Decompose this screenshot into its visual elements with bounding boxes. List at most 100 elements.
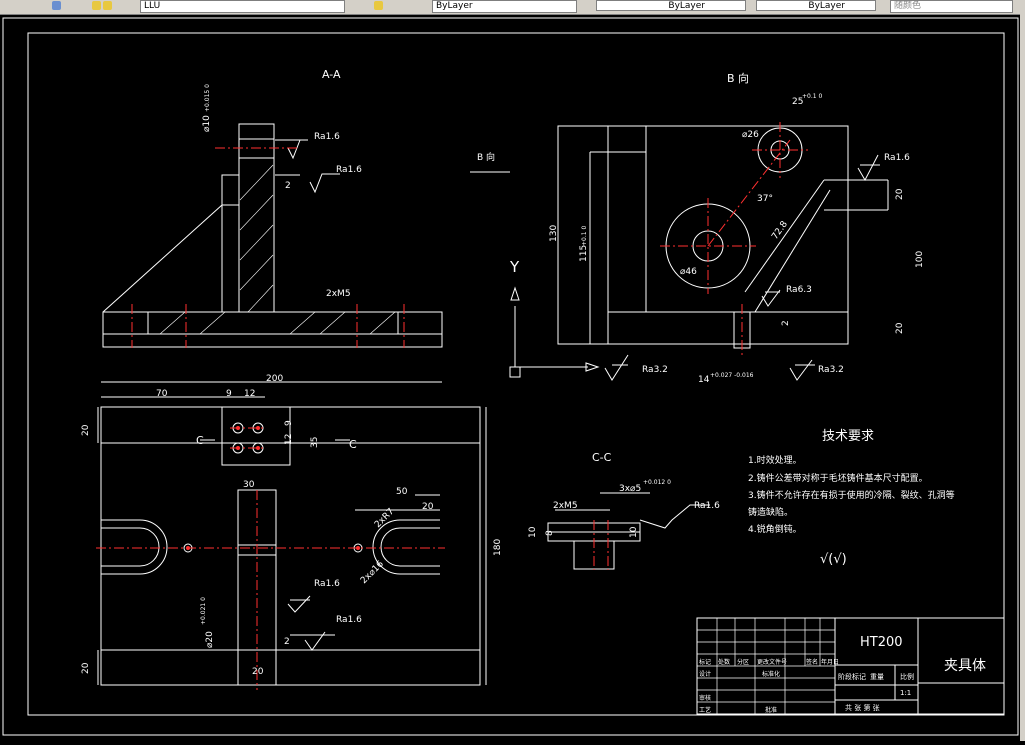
tb-row-label-1: 处数 xyxy=(718,658,730,666)
bot-gap: 2 xyxy=(284,637,290,647)
tb-row-label-3: 更改文件号 xyxy=(757,658,787,666)
tb-standardize: 标准化 xyxy=(762,670,780,678)
linetype-dropdown[interactable]: ByLayer xyxy=(596,0,746,11)
linetype-value: ByLayer xyxy=(668,1,705,11)
color-dropdown[interactable]: ByLayer xyxy=(432,0,577,13)
tb-row-label-4: 签名 xyxy=(806,658,818,666)
tb-designer: 设计 xyxy=(699,670,711,678)
bulb-icon[interactable] xyxy=(92,1,101,10)
sheets-label: 共 张 第 张 xyxy=(845,703,880,712)
stage-label: 阶段标记 xyxy=(838,672,866,681)
section-aa xyxy=(102,123,510,348)
view-b-arrow-label: B 向 xyxy=(477,151,495,163)
plan-view xyxy=(97,381,487,686)
plotstyle-dropdown[interactable]: 随颜色 xyxy=(890,0,1013,13)
b-ra-bottom-left: Ra3.2 xyxy=(642,365,668,375)
cc-left-8: 8 xyxy=(545,530,555,536)
right-180: 180 xyxy=(493,539,503,556)
b-ra-top: Ra1.6 xyxy=(884,153,910,163)
section-cc-title: C-C xyxy=(592,451,612,464)
lineweight-value: ByLayer xyxy=(808,1,845,11)
b-right-100: 100 xyxy=(915,251,925,268)
ratio-label: 比例 xyxy=(900,672,914,681)
tb-check: 审核 xyxy=(699,694,711,702)
aa-gap: 2 xyxy=(285,181,291,191)
plotstyle-value: 随颜色 xyxy=(894,1,922,11)
b-ra-bottom-right: Ra3.2 xyxy=(818,365,844,375)
drawing: A-A B 向 C-C B 向 C C ⌀10 +0.015 0 Ra1.6 R… xyxy=(2,17,1019,736)
aa-ra-top: Ra1.6 xyxy=(314,132,340,142)
aa-bore-tol: +0.015 0 xyxy=(204,84,211,112)
tech-item-3: 3.铸件不允许存在有损于使用的冷隔、裂纹、孔洞等 xyxy=(748,489,955,501)
top-12: 12 xyxy=(244,389,255,399)
top-70: 70 xyxy=(156,389,168,399)
color-value: ByLayer xyxy=(436,1,473,11)
drawing-canvas[interactable]: A-A B 向 C-C B 向 C C ⌀10 +0.015 0 Ra1.6 R… xyxy=(0,14,1025,741)
b-angle: 37° xyxy=(757,194,773,204)
layer-icon[interactable] xyxy=(52,1,61,10)
aa-ra-mid: Ra1.6 xyxy=(336,165,362,175)
inner-frame xyxy=(27,32,1005,716)
tech-item-4: 铸造缺陷。 xyxy=(748,506,793,518)
section-aa-title: A-A xyxy=(322,68,341,81)
material: HT200 xyxy=(860,635,903,650)
cc-ra: Ra1.6 xyxy=(694,501,720,511)
b-diag: 72.8 xyxy=(770,219,790,241)
side-20-top: 20 xyxy=(81,424,91,436)
b-small-2: 2 xyxy=(781,320,791,326)
top-200: 200 xyxy=(266,374,283,384)
layer-value: LLU xyxy=(144,1,161,11)
cc-bore: 3x⌀5 xyxy=(619,484,641,494)
bot-bore: ⌀20 xyxy=(205,631,215,648)
roughness-symbol: √(√) xyxy=(820,552,847,567)
right-20: 20 xyxy=(422,502,434,512)
tech-item-2: 2.铸件公差带对称于毛坯铸件基本尺寸配置。 xyxy=(748,472,928,484)
side-20-bottom: 20 xyxy=(81,662,91,674)
bot-bore-tol: +0.021 0 xyxy=(200,597,207,625)
bot-ra-2: Ra1.6 xyxy=(336,615,362,625)
tb-approve: 批准 xyxy=(765,706,777,714)
axis-y-label: Y xyxy=(509,258,520,276)
lineweight-dropdown[interactable]: ByLayer xyxy=(756,0,876,11)
tb-process: 工艺 xyxy=(699,706,711,714)
bot-ra-1: Ra1.6 xyxy=(314,579,340,589)
side-35: 35 xyxy=(310,437,320,448)
aa-bore: ⌀10 xyxy=(202,115,212,132)
sun-icon[interactable] xyxy=(103,1,112,10)
tb-row-label-5: 年月日 xyxy=(821,658,839,666)
view-b xyxy=(509,125,889,381)
bot-20: 20 xyxy=(252,667,264,677)
b-right-20-top: 20 xyxy=(895,188,905,200)
layer-tool-icon[interactable] xyxy=(374,1,383,10)
tb-row-label-0: 标记 xyxy=(699,658,711,666)
b-slot: 14 xyxy=(698,375,710,385)
b-height-130: 130 xyxy=(549,225,559,242)
b-right-20-bottom: 20 xyxy=(895,322,905,334)
side-12: 12 xyxy=(284,434,294,445)
weight-label: 重量 xyxy=(870,673,884,681)
b-slot-tol: +0.027 -0.016 xyxy=(710,372,754,379)
mid-30: 30 xyxy=(243,480,255,490)
cc-hole: 2xM5 xyxy=(553,501,578,511)
tb-row-label-2: 分区 xyxy=(737,658,749,666)
b-phi46: ⌀46 xyxy=(680,267,697,277)
cc-right-10: 10 xyxy=(629,526,639,538)
layer-dropdown[interactable]: LLU xyxy=(140,0,345,13)
b-width-25-tol: +0.1 0 xyxy=(802,93,822,100)
section-marker-right: C xyxy=(349,438,357,451)
right-50: 50 xyxy=(396,487,408,497)
hole-markers xyxy=(186,426,360,550)
b-phi26: ⌀26 xyxy=(742,130,759,140)
aa-hole: 2xM5 xyxy=(326,289,351,299)
tech-item-1: 1.时效处理。 xyxy=(748,454,802,466)
b-height-115: 115 xyxy=(579,245,589,262)
cc-left-10: 10 xyxy=(528,526,538,538)
view-b-title: B 向 xyxy=(727,71,749,85)
hole-d: 2x⌀16 xyxy=(359,559,386,586)
b-ra-mid: Ra6.3 xyxy=(786,285,812,295)
side-9: 9 xyxy=(284,420,294,426)
tech-item-5: 4.锐角倒钝。 xyxy=(748,523,802,535)
scale: 1:1 xyxy=(900,689,911,697)
top-9: 9 xyxy=(226,389,232,399)
cc-bore-tol: +0.012 0 xyxy=(643,479,671,486)
